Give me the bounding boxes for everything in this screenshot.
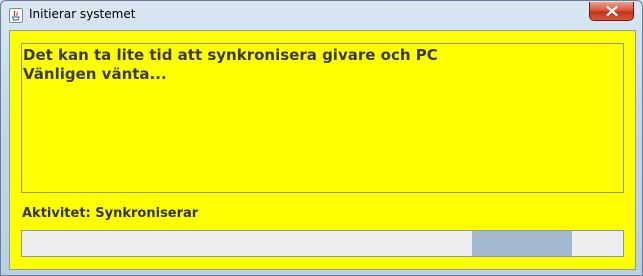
close-icon: [606, 6, 618, 16]
java-icon: [9, 8, 23, 23]
window-title: Initierar systemet: [29, 7, 136, 21]
message-line: Det kan ta lite tid att synkronisera giv…: [23, 46, 438, 64]
message-area: Det kan ta lite tid att synkronisera giv…: [21, 43, 624, 193]
dialog-window: Initierar systemet Det kan ta lite tid a…: [0, 0, 643, 276]
progress-indicator: [472, 231, 572, 256]
title-bar[interactable]: Initierar systemet: [1, 1, 642, 30]
message-line: Vänligen vänta...: [23, 65, 167, 83]
dialog-content: Det kan ta lite tid att synkronisera giv…: [9, 30, 636, 270]
close-button[interactable]: [589, 2, 634, 21]
activity-status: Aktivitet: Synkroniserar: [22, 206, 199, 221]
progress-bar: [21, 230, 624, 257]
